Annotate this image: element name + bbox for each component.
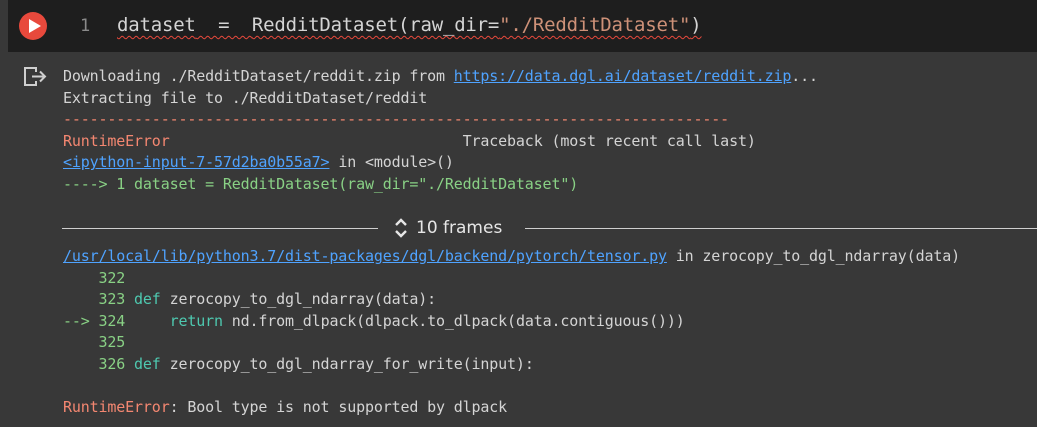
expand-collapse-icon [395, 218, 407, 238]
traceback-header: Traceback (most recent call last) [169, 131, 756, 150]
trace-line-prefix: 322 [63, 268, 126, 287]
trace-line-324: --> 324 return nd.from_dlpack(dlpack.to_… [63, 311, 960, 333]
final-error-message: : Bool type is not supported by dlpack [169, 398, 508, 417]
trace-keyword: return [169, 311, 223, 330]
frames-label: 10 frames [416, 218, 503, 238]
code-equals: = [195, 14, 252, 36]
error-divider: ----------------------------------------… [63, 110, 730, 129]
trace-code: zerocopy_to_dgl_ndarray(data): [160, 290, 437, 309]
frame-location-line: /usr/local/lib/python3.7/dist-packages/d… [63, 246, 960, 268]
line-number: 1 [80, 16, 91, 36]
download-line: Downloading ./RedditDataset/reddit.zip f… [63, 66, 818, 88]
trace-line-323: 323 def zerocopy_to_dgl_ndarray(data): [63, 289, 960, 311]
trace-line-prefix: 323 [63, 290, 135, 309]
code-call: RedditDataset(raw_dir= [251, 14, 500, 36]
collapsed-frames: 10 frames [0, 214, 1037, 244]
cell-output: Downloading ./RedditDataset/reddit.zip f… [63, 66, 818, 196]
download-url-link[interactable]: https://data.dgl.ai/dataset/reddit.zip [454, 67, 792, 85]
traceback-header-line: RuntimeError Traceback (most recent call… [63, 131, 818, 153]
code-line[interactable]: dataset = RedditDataset(raw_dir="./Reddi… [117, 14, 702, 36]
in-module-text: in <module>() [329, 153, 454, 172]
trace-line-prefix: 326 [63, 354, 135, 373]
code-close-paren: ) [690, 14, 702, 36]
trace-line-prefix: --> 324 [63, 311, 170, 330]
code-string: "./RedditDataset" [499, 14, 691, 36]
traceback-frame: /usr/local/lib/python3.7/dist-packages/d… [63, 246, 960, 419]
frames-divider-right [525, 228, 1037, 229]
trace-code: zerocopy_to_dgl_ndarray_for_write(input)… [160, 354, 534, 373]
extract-line: Extracting file to ./RedditDataset/reddi… [63, 88, 428, 107]
error-name: RuntimeError [63, 131, 170, 150]
run-cell-button[interactable] [19, 12, 47, 40]
download-text: Downloading ./RedditDataset/reddit.zip f… [63, 67, 454, 85]
expand-frames-button[interactable]: 10 frames [394, 217, 502, 239]
ipython-input-link[interactable]: <ipython-input-7-57d2ba0b55a7> [63, 153, 330, 171]
frame-function: in zerocopy_to_dgl_ndarray(data) [666, 247, 960, 265]
trace-line-325: 325 [63, 332, 960, 354]
trace-line-322: 322 [63, 268, 960, 290]
final-error-name: RuntimeError [63, 398, 170, 417]
input-location-line: <ipython-input-7-57d2ba0b55a7> in <modul… [63, 152, 818, 174]
trace-line-326: 326 def zerocopy_to_dgl_ndarray_for_writ… [63, 354, 960, 376]
trace-code: nd.from_dlpack(dlpack.to_dlpack(data.con… [222, 311, 685, 330]
download-ellipsis: ... [791, 67, 818, 85]
trace-line-prefix: 325 [63, 333, 126, 352]
play-icon [28, 19, 41, 33]
trace-keyword: def [134, 354, 161, 373]
arrow-code-line: ----> 1 dataset = RedditDataset(raw_dir=… [63, 174, 579, 193]
code-variable: dataset [117, 14, 196, 36]
frames-divider-left [62, 228, 378, 229]
trace-keyword: def [134, 290, 161, 309]
output-icon[interactable] [24, 66, 48, 88]
output-arrow-icon [24, 67, 47, 86]
tensor-file-link[interactable]: /usr/local/lib/python3.7/dist-packages/d… [63, 247, 667, 265]
final-error-line: RuntimeError: Bool type is not supported… [63, 397, 960, 419]
